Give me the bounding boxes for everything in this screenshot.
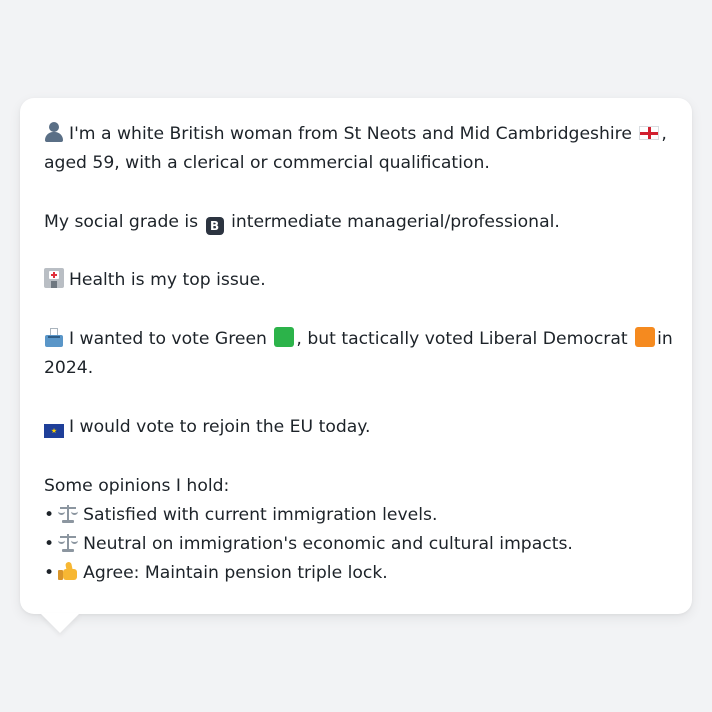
- bullet: •: [44, 504, 55, 525]
- intro-text-1: I'm a white British woman from St Neots …: [69, 124, 632, 144]
- bubble-tail: [40, 613, 80, 633]
- intro-line-1: I'm a white British woman from St Neots …: [44, 120, 668, 149]
- opinion-item: • Satisfied with current immigration leve…: [44, 501, 668, 530]
- opinion-item: • Neutral on immigration's economic and c…: [44, 530, 668, 559]
- vote-text-3: in: [657, 329, 673, 350]
- eu-flag-icon: ★: [44, 423, 64, 438]
- social-grade-line: My social grade is B intermediate manage…: [44, 208, 668, 237]
- social-grade-suffix: intermediate managerial/professional.: [231, 211, 560, 232]
- intro-comma: ,: [661, 124, 667, 144]
- vote-line-2: 2024.: [44, 358, 94, 379]
- vote-text-2: , but tactically voted Liberal Democrat: [296, 329, 628, 350]
- vote-line-1: I wanted to vote Green , but tactically …: [44, 325, 673, 354]
- green-square-icon: [274, 327, 295, 348]
- ballot-box-icon: [44, 327, 64, 348]
- b-button-icon: B: [205, 216, 224, 235]
- opinion-item: • Agree: Maintain pension triple lock.: [44, 559, 668, 588]
- message-body: I'm a white British woman from St Neots …: [44, 120, 673, 589]
- opinions-heading: Some opinions I hold:: [44, 475, 230, 496]
- opinion-text: Satisfied with current immigration level…: [83, 504, 438, 525]
- eu-line: ★ I would vote to rejoin the EU today.: [44, 413, 668, 442]
- intro-line-2: aged 59, with a clerical or commercial q…: [44, 153, 490, 174]
- scales-icon: [58, 532, 79, 553]
- vote-text-1: I wanted to vote Green: [69, 329, 267, 350]
- hospital-icon: [44, 268, 64, 289]
- person-icon: [44, 122, 64, 142]
- orange-square-icon: [635, 327, 656, 348]
- chat-message-bubble: I'm a white British woman from St Neots …: [20, 98, 692, 614]
- health-line: Health is my top issue.: [44, 266, 668, 295]
- bullet: •: [44, 534, 55, 555]
- thumbs-up-icon: [58, 561, 78, 581]
- bullet: •: [44, 563, 55, 584]
- england-flag-icon: [639, 126, 660, 140]
- health-text: Health is my top issue.: [69, 270, 266, 291]
- opinion-text: Agree: Maintain pension triple lock.: [83, 563, 388, 584]
- opinion-text: Neutral on immigration's economic and cu…: [83, 534, 573, 555]
- scales-icon: [58, 503, 79, 523]
- social-grade-prefix: My social grade is: [44, 211, 199, 232]
- eu-text: I would vote to rejoin the EU today.: [69, 416, 371, 437]
